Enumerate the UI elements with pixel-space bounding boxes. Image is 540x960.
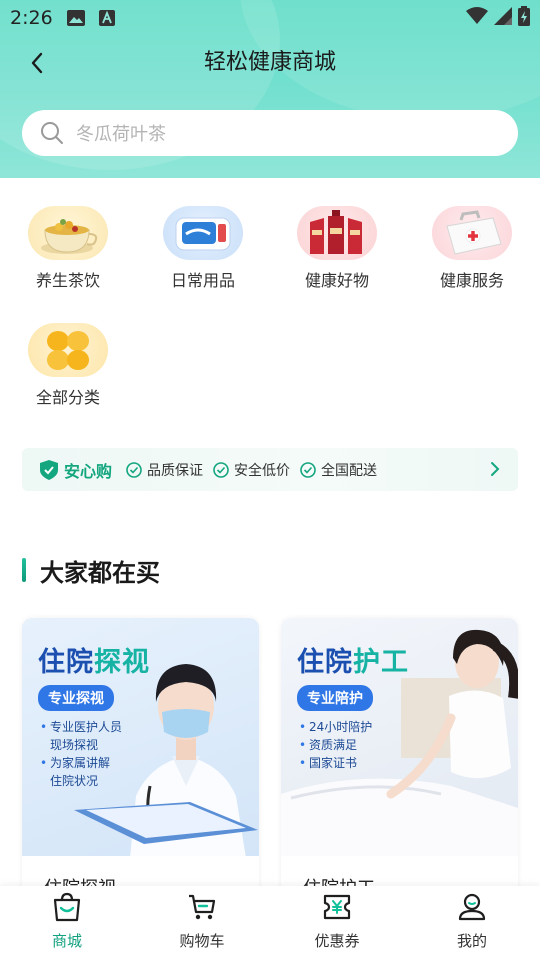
category-label: 养生茶饮	[35, 271, 100, 290]
tab-coupons[interactable]: 优惠券	[282, 892, 392, 951]
all-categories-icon	[28, 323, 108, 377]
soap-icon	[163, 206, 243, 260]
product-banner-title: 住院探视	[38, 647, 150, 678]
coupon-icon	[323, 894, 351, 920]
status-bar: 2:26	[0, 0, 540, 36]
shopping-bag-icon	[53, 892, 81, 922]
assurance-item-label: 品质保证	[147, 462, 204, 479]
assurance-item-label: 全国配送	[321, 462, 378, 479]
check-circle-icon	[213, 461, 229, 478]
product-tag: 专业陪护	[297, 685, 373, 711]
feature-line: 24小时陪护	[299, 718, 372, 736]
search-icon	[41, 122, 63, 144]
category-tea[interactable]: 养生茶饮	[13, 206, 123, 292]
assurance-item: 全国配送	[300, 460, 377, 480]
feature-line: 住院状况	[50, 774, 99, 788]
health-product-icon	[297, 206, 377, 260]
keyboard-a-icon	[98, 10, 117, 26]
category-label: 健康服务	[439, 271, 504, 290]
tab-label: 购物车	[179, 932, 225, 950]
first-aid-kit-icon	[432, 206, 512, 260]
nav-bar: 轻松健康商城	[0, 36, 540, 90]
product-features: 24小时陪护 资质满足 国家证书	[299, 718, 372, 772]
feature-line: 现场探视	[50, 738, 99, 752]
assurance-item-label: 安全低价	[234, 462, 291, 479]
tab-cart[interactable]: 购物车	[147, 892, 257, 951]
bottom-tab-bar: 商城 购物车 优惠券 我的	[0, 886, 540, 960]
clipboard-illustration	[74, 802, 258, 844]
section-title: 大家都在买	[40, 558, 160, 587]
search-placeholder: 冬瓜荷叶茶	[76, 124, 166, 145]
search-input[interactable]: 冬瓜荷叶茶	[22, 110, 518, 156]
category-label: 日常用品	[170, 271, 235, 290]
category-label: 全部分类	[35, 388, 100, 407]
feature-line: 资质满足	[299, 736, 372, 754]
cart-icon	[189, 894, 216, 920]
wifi-icon	[466, 7, 488, 24]
feature-line: 专业医护人员	[40, 718, 122, 736]
battery-icon	[518, 6, 530, 26]
product-image: 住院护工 专业陪护 24小时陪护 资质满足 国家证书	[281, 618, 518, 856]
feature-line: 为家属讲解	[40, 754, 122, 772]
tab-label: 优惠券	[314, 932, 360, 950]
page-title: 轻松健康商城	[203, 50, 336, 75]
check-circle-icon	[126, 461, 142, 478]
tab-label: 我的	[456, 932, 487, 950]
signal-icon	[494, 7, 512, 25]
product-card-visit[interactable]: 住院探视 专业探视 专业医护人员 现场探视 为家属讲解 住院状况 住院探视	[22, 618, 259, 918]
category-all[interactable]: 全部分类	[13, 323, 123, 409]
product-tag: 专业探视	[38, 685, 114, 711]
user-icon	[458, 893, 486, 921]
shield-check-icon	[40, 459, 58, 480]
assurance-banner[interactable]: 安心购 品质保证 安全低价 全国配送	[22, 448, 518, 491]
assurance-item: 品质保证	[126, 460, 203, 480]
category-daily-goods[interactable]: 日常用品	[148, 206, 258, 292]
product-features: 专业医护人员 现场探视 为家属讲解 住院状况	[40, 718, 122, 790]
category-health-goods[interactable]: 健康好物	[282, 206, 392, 292]
category-health-service[interactable]: 健康服务	[417, 206, 527, 292]
chevron-right-icon	[491, 462, 500, 476]
check-circle-icon	[300, 461, 316, 478]
brand-label: 安心购	[64, 461, 113, 481]
product-banner-title: 住院护工	[297, 647, 409, 678]
tea-icon	[28, 206, 108, 260]
feature-line: 国家证书	[299, 754, 372, 772]
status-icons	[466, 6, 530, 26]
tab-mine[interactable]: 我的	[417, 892, 527, 951]
tab-label: 商城	[51, 932, 82, 950]
status-time: 2:26	[10, 7, 53, 29]
section-accent-bar	[22, 558, 26, 582]
gallery-icon	[66, 10, 85, 26]
section-header: 大家都在买	[22, 554, 160, 587]
product-image: 住院探视 专业探视 专业医护人员 现场探视 为家属讲解 住院状况	[22, 618, 259, 856]
category-label: 健康好物	[304, 271, 369, 290]
tab-mall[interactable]: 商城	[12, 892, 122, 951]
product-card-caregiver[interactable]: 住院护工 专业陪护 24小时陪护 资质满足 国家证书 住院护工	[281, 618, 518, 918]
assurance-item: 安全低价	[213, 460, 290, 480]
